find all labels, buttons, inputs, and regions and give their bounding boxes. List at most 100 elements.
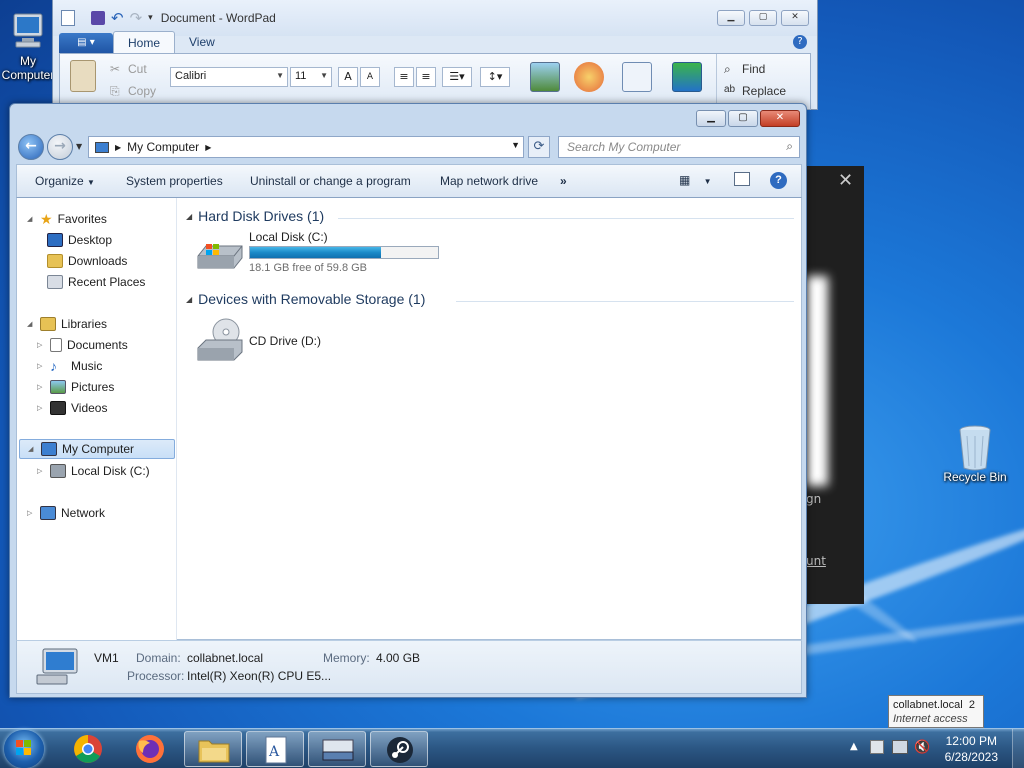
taskbar-explorer[interactable] [184, 731, 242, 767]
map-network-drive-button[interactable]: Map network drive [440, 174, 538, 188]
tab-home[interactable]: Home [113, 31, 176, 53]
paste-icon[interactable] [70, 60, 96, 92]
group-header-removable-storage[interactable]: ◢ Devices with Removable Storage (1) [186, 291, 425, 307]
redo-icon[interactable]: ↷ [130, 9, 143, 27]
group-header-hard-disk-drives[interactable]: ◢ Hard Disk Drives (1) [186, 208, 324, 224]
network-icon[interactable] [892, 740, 908, 754]
nav-my-computer[interactable]: ◢ My Computer [19, 439, 175, 459]
collapse-arrow-icon[interactable]: ◢ [27, 320, 35, 328]
taskbar-chrome[interactable] [59, 731, 117, 767]
organize-label: Organize [35, 174, 84, 188]
taskbar-firefox[interactable] [121, 731, 179, 767]
find-button[interactable]: Find [742, 62, 765, 76]
replace-button[interactable]: Replace [742, 84, 786, 98]
font-size-select[interactable]: 11 ▼ [290, 67, 332, 87]
nav-videos[interactable]: ▷ Videos [37, 398, 107, 418]
taskbar-steam[interactable] [370, 731, 428, 767]
nav-recent-places[interactable]: Recent Places [47, 272, 145, 292]
chevron-down-icon: ▼ [276, 71, 284, 80]
organize-button[interactable]: Organize ▼ [35, 174, 95, 188]
nav-pictures[interactable]: ▷ Pictures [37, 377, 114, 397]
volume-muted-icon[interactable]: 🔇 [914, 740, 930, 755]
maximize-button[interactable]: ▢ [749, 10, 777, 26]
change-view-button[interactable]: ▦ ▼ [679, 173, 712, 187]
expand-arrow-icon[interactable]: ▷ [37, 383, 45, 391]
customize-toolbar-icon[interactable]: ▾ [148, 13, 153, 23]
undo-icon[interactable]: ↶ [111, 9, 124, 27]
insert-object-icon[interactable] [672, 62, 702, 92]
collapse-arrow-icon[interactable]: ◢ [186, 212, 192, 221]
search-icon[interactable]: ⌕ [786, 139, 793, 154]
uninstall-program-button[interactable]: Uninstall or change a program [250, 174, 411, 188]
nav-downloads[interactable]: Downloads [47, 251, 127, 271]
nav-music[interactable]: ▷ ♪ Music [37, 356, 102, 376]
help-icon[interactable]: ? [793, 35, 807, 49]
nav-desktop[interactable]: Desktop [47, 230, 112, 250]
desktop-icon-recycle-bin[interactable]: Recycle Bin [939, 424, 1011, 484]
grow-font-button[interactable]: A [338, 67, 358, 87]
picture-icon[interactable] [530, 62, 560, 92]
taskbar-wordpad[interactable]: A [246, 731, 304, 767]
back-button[interactable]: ← [18, 134, 44, 160]
save-icon[interactable] [91, 11, 105, 25]
help-icon[interactable]: ? [770, 172, 787, 189]
partial-link[interactable]: unt [806, 554, 826, 568]
expand-arrow-icon[interactable]: ▷ [27, 509, 35, 517]
recent-pages-button[interactable]: ▼ [76, 142, 82, 151]
date-time-icon[interactable] [622, 62, 652, 92]
close-button[interactable]: ✕ [760, 110, 800, 127]
taskbar-onscreen-keyboard[interactable] [308, 731, 366, 767]
expand-arrow-icon[interactable]: ▷ [37, 404, 45, 412]
system-properties-button[interactable]: System properties [126, 174, 223, 188]
show-desktop-button[interactable] [1012, 729, 1024, 768]
address-dropdown-icon[interactable]: ▼ [511, 140, 520, 150]
more-commands-button[interactable]: » [560, 174, 567, 188]
cut-button[interactable]: Cut [128, 62, 147, 76]
close-button[interactable]: ✕ [781, 10, 809, 26]
font-family-select[interactable]: Calibri ▼ [170, 67, 288, 87]
drive-item-local-disk[interactable]: Local Disk (C:) 18.1 GB free of 59.8 GB [192, 230, 452, 276]
line-spacing-button[interactable]: ↕▾ [480, 67, 510, 87]
preview-pane-icon[interactable] [734, 172, 750, 186]
maximize-button[interactable]: ▢ [728, 110, 758, 127]
recent-places-icon [47, 275, 63, 289]
breadcrumb-separator-icon[interactable]: ▶ [205, 143, 211, 152]
decrease-indent-button[interactable]: ≡ [394, 67, 414, 87]
forward-button[interactable]: → [47, 134, 73, 160]
command-bar: Organize ▼ System properties Uninstall o… [16, 164, 802, 198]
tab-view[interactable]: View [175, 31, 229, 53]
show-hidden-icons-button[interactable]: ▲ [850, 741, 858, 752]
shrink-font-button[interactable]: A [360, 67, 380, 87]
expand-arrow-icon[interactable]: ▷ [37, 341, 45, 349]
paint-drawing-icon[interactable] [574, 62, 604, 92]
breadcrumb-my-computer[interactable]: My Computer [127, 140, 199, 154]
search-input[interactable]: Search My Computer ⌕ [558, 136, 800, 158]
start-button[interactable] [4, 730, 44, 768]
bullets-button[interactable]: ☰▾ [442, 67, 472, 87]
refresh-button[interactable]: ⟳ [528, 136, 550, 158]
nav-documents[interactable]: ▷ Documents [37, 335, 128, 355]
collapse-arrow-icon[interactable]: ◢ [186, 295, 192, 304]
minimize-button[interactable]: ▁ [696, 110, 726, 127]
collapse-arrow-icon[interactable]: ◢ [27, 215, 35, 223]
increase-indent-button[interactable]: ≡ [416, 67, 436, 87]
minimize-button[interactable]: ▁ [717, 10, 745, 26]
file-menu-button[interactable]: ▤ ▾ [59, 33, 113, 53]
address-bar[interactable]: ▶ My Computer ▶ ▼ [88, 136, 524, 158]
breadcrumb-separator-icon[interactable]: ▶ [115, 143, 121, 152]
clock[interactable]: 12:00 PM 6/28/2023 [945, 733, 998, 765]
nav-network[interactable]: ▷ Network [27, 503, 105, 523]
explorer-titlebar[interactable]: ▁ ▢ ✕ [10, 104, 806, 132]
action-center-icon[interactable] [870, 740, 884, 754]
expand-arrow-icon[interactable]: ▷ [37, 467, 45, 475]
copy-button[interactable]: Copy [128, 84, 156, 98]
expand-arrow-icon[interactable]: ▷ [37, 362, 45, 370]
nav-local-disk[interactable]: ▷ Local Disk (C:) [37, 461, 150, 481]
nav-favorites[interactable]: ◢ ★ Favorites [27, 209, 107, 229]
nav-libraries[interactable]: ◢ Libraries [27, 314, 107, 334]
wordpad-app-icon[interactable] [61, 10, 75, 26]
close-icon[interactable]: ✕ [838, 170, 853, 191]
collapse-arrow-icon[interactable]: ◢ [28, 445, 36, 453]
svg-text:A: A [268, 744, 280, 760]
drive-item-cd-drive[interactable]: CD Drive (D:) [192, 316, 352, 366]
